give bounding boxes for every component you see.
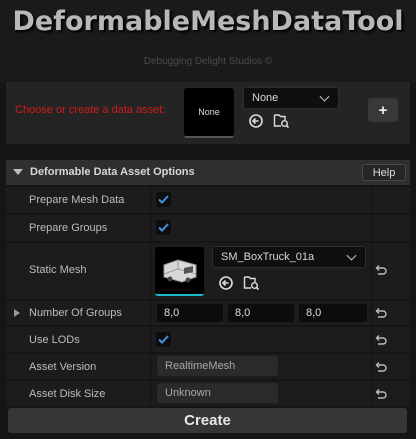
asset-thumbnail[interactable]: None (184, 88, 234, 138)
asset-picker-label: Choose or create a data asset: (15, 104, 166, 116)
reset-arrow-icon[interactable] (374, 360, 388, 374)
collapse-arrow-icon[interactable] (13, 169, 23, 175)
asset-version-value: RealtimeMesh (157, 356, 278, 376)
help-button[interactable]: Help (362, 164, 406, 181)
asset-version-label: Asset Version (29, 361, 97, 373)
use-lods-label: Use LODs (29, 334, 80, 346)
groups-y-field[interactable]: 8,0 (228, 304, 294, 322)
prepare-mesh-data-label: Prepare Mesh Data (29, 194, 125, 206)
column-divider (150, 354, 151, 379)
number-of-groups-label: Number Of Groups (29, 307, 122, 319)
column-divider (371, 354, 372, 379)
app-title: DeformableMeshDataTool (12, 6, 404, 37)
row-static-mesh: Static Mesh SM_BoxTruck_01a (6, 243, 410, 299)
column-divider (371, 327, 372, 352)
chevron-down-icon (319, 91, 330, 102)
column-divider (371, 381, 372, 406)
chevron-down-icon (346, 250, 357, 261)
row-use-lods: Use LODs (6, 327, 410, 352)
column-divider (371, 215, 372, 241)
use-lods-checkbox[interactable] (156, 332, 171, 347)
groups-z-field[interactable]: 8,0 (299, 304, 367, 322)
asset-combo-value: None (252, 92, 279, 104)
groups-x-field[interactable]: 8,0 (157, 304, 223, 322)
column-divider (371, 301, 372, 325)
asset-disk-size-label: Asset Disk Size (29, 388, 106, 400)
column-divider (150, 301, 151, 325)
reset-arrow-icon[interactable] (374, 387, 388, 401)
static-mesh-combo[interactable]: SM_BoxTruck_01a (212, 246, 366, 268)
static-mesh-value: SM_BoxTruck_01a (221, 251, 315, 263)
column-divider (150, 243, 151, 299)
prepare-groups-label: Prepare Groups (29, 222, 108, 234)
column-divider (150, 187, 151, 213)
reset-arrow-icon[interactable] (374, 333, 388, 347)
app-subtitle: Debugging Delight Studios © (143, 56, 273, 67)
asset-picker-panel: Choose or create a data asset: None None… (6, 82, 410, 144)
column-divider (371, 243, 372, 299)
browse-to-asset-icon[interactable] (218, 275, 234, 291)
static-mesh-thumbnail[interactable] (155, 247, 204, 296)
column-divider (150, 327, 151, 352)
reset-arrow-icon[interactable] (374, 263, 388, 277)
row-prepare-groups: Prepare Groups (6, 215, 410, 241)
row-asset-disk-size: Asset Disk Size Unknown (6, 381, 410, 406)
row-number-of-groups: Number Of Groups 8,0 8,0 8,0 (6, 301, 410, 325)
row-asset-version: Asset Version RealtimeMesh (6, 354, 410, 379)
add-asset-button[interactable]: + (368, 98, 398, 122)
browse-to-asset-icon[interactable] (248, 113, 264, 129)
prepare-mesh-data-checkbox[interactable] (156, 192, 171, 207)
asset-disk-size-value: Unknown (157, 383, 278, 403)
section-title: Deformable Data Asset Options (30, 166, 195, 178)
column-divider (150, 215, 151, 241)
find-in-browser-icon[interactable] (273, 112, 290, 129)
box-truck-icon (163, 258, 196, 283)
section-header[interactable]: Deformable Data Asset Options Help (6, 160, 410, 185)
expand-arrow-icon[interactable] (14, 309, 20, 317)
find-in-browser-icon[interactable] (243, 274, 260, 291)
prepare-groups-checkbox[interactable] (156, 220, 171, 235)
reset-arrow-icon[interactable] (374, 306, 388, 320)
row-prepare-mesh-data: Prepare Mesh Data (6, 187, 410, 213)
create-button[interactable]: Create (8, 408, 407, 433)
column-divider (150, 381, 151, 406)
static-mesh-label: Static Mesh (29, 264, 87, 276)
title-area: DeformableMeshDataTool Debugging Delight… (0, 0, 416, 82)
column-divider (371, 187, 372, 213)
asset-combo[interactable]: None (243, 87, 339, 109)
